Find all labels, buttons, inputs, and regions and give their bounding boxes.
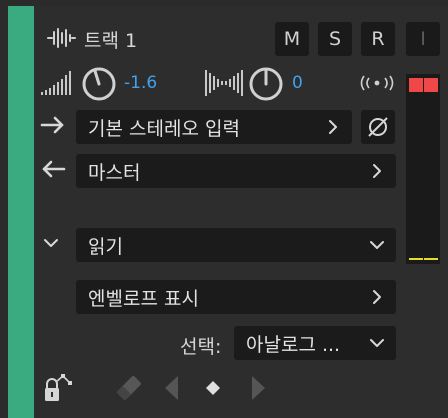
chevron-down-icon	[370, 241, 384, 249]
meter-peak-right[interactable]	[424, 78, 438, 92]
stereo-balance-icon[interactable]	[358, 74, 396, 92]
eraser-icon[interactable]	[112, 372, 146, 404]
phase-invert-icon	[368, 117, 388, 137]
pan-icon	[205, 70, 243, 96]
select-label: 선택:	[180, 336, 222, 358]
chevron-right-icon	[373, 164, 381, 178]
automation-mode-label: 읽기	[88, 235, 123, 258]
input-arrow-icon	[40, 116, 64, 134]
track-name[interactable]: 트랙 1	[84, 26, 137, 53]
solo-button[interactable]: S	[318, 22, 352, 56]
track-color-strip[interactable]	[8, 6, 34, 418]
automation-expand-icon[interactable]	[42, 236, 60, 250]
add-keyframe-icon[interactable]	[204, 379, 222, 397]
pan-knob[interactable]	[248, 66, 284, 102]
record-arm-button[interactable]: R	[361, 22, 395, 56]
next-keyframe-icon[interactable]	[250, 374, 268, 402]
volume-knob[interactable]	[81, 66, 117, 102]
parameter-select-dropdown[interactable]: 아날로그 ...	[234, 326, 396, 360]
chevron-right-icon	[329, 120, 337, 134]
level-meter	[406, 74, 440, 264]
parameter-select-value: 아날로그 ...	[246, 333, 341, 356]
waveform-icon	[47, 28, 76, 48]
phase-invert-button[interactable]	[361, 110, 395, 144]
volume-value[interactable]: -1.6	[124, 73, 157, 93]
automation-mode-dropdown[interactable]: 읽기	[76, 228, 396, 262]
volume-icon	[41, 71, 71, 95]
input-select[interactable]: 기본 스테레오 입력	[76, 110, 352, 144]
chevron-right-icon	[373, 290, 381, 304]
meter-floor-left	[409, 258, 423, 260]
envelope-label: 엔벨로프 표시	[88, 287, 199, 310]
input-monitor-button[interactable]: I	[406, 22, 440, 56]
meter-peak-left[interactable]	[409, 78, 423, 92]
show-envelopes-menu[interactable]: 엔벨로프 표시	[76, 280, 396, 314]
pan-value[interactable]: 0	[292, 73, 303, 93]
output-select[interactable]: 마스터	[76, 154, 396, 188]
output-label: 마스터	[88, 161, 141, 184]
output-arrow-icon	[42, 160, 66, 178]
input-label: 기본 스테레오 입력	[88, 117, 240, 140]
previous-keyframe-icon[interactable]	[162, 374, 180, 402]
mute-button[interactable]: M	[275, 22, 309, 56]
chevron-down-icon	[370, 339, 384, 347]
meter-floor-right	[424, 258, 438, 260]
lock-envelope-icon[interactable]	[42, 372, 74, 404]
